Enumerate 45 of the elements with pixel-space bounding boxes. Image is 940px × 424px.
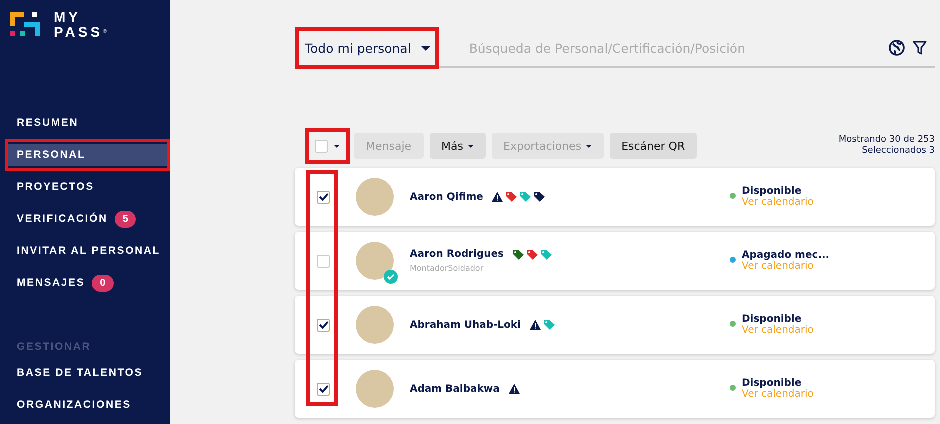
- row-checkbox[interactable]: [317, 254, 330, 268]
- person-name[interactable]: Adam Balbakwa: [410, 384, 500, 394]
- availability-status: Apagado mec...: [742, 250, 830, 261]
- row-checkbox[interactable]: [317, 318, 330, 332]
- select-all-checkbox[interactable]: [315, 140, 328, 152]
- toolbar-button[interactable]: Escáner QR: [610, 133, 698, 159]
- person-name[interactable]: Aaron Qifime: [410, 192, 484, 202]
- logo-text: PASS: [54, 24, 104, 40]
- toolbar-button[interactable]: Más: [430, 133, 486, 159]
- count-badge: 0: [92, 274, 114, 292]
- filter-dropdown[interactable]: Todo mi personal: [295, 30, 440, 66]
- sidebar-item[interactable]: PROYECTOS: [5, 175, 94, 199]
- person-role: MontadorSoldador: [410, 264, 485, 273]
- person-card[interactable]: Aaron Rodrigues MontadorSoldador Apagado mec... Ver calendario: [295, 232, 935, 290]
- search-field[interactable]: Búsqueda de Personal/Certificación/Posición: [467, 40, 881, 56]
- row-checkbox[interactable]: [317, 382, 330, 396]
- sidebar-item[interactable]: ORGANIZACIONES: [5, 393, 132, 417]
- sidebar-item[interactable]: MENSAJES: [5, 271, 86, 295]
- avatar-placeholder: [356, 242, 394, 280]
- person-name[interactable]: Abraham Uhab-Loki: [410, 320, 521, 330]
- sidebar-item[interactable]: VERIFICACIÓN: [5, 207, 108, 231]
- count-badge: 5: [114, 210, 136, 228]
- row-checkbox[interactable]: [317, 190, 330, 204]
- section-title: GESTIONAR: [17, 341, 92, 353]
- caret-icon[interactable]: [334, 144, 340, 148]
- results-count: Mostrando 30 de 253: [838, 135, 935, 146]
- filter-icon[interactable]: [913, 40, 927, 56]
- avatar-placeholder: [356, 306, 394, 344]
- selected-count: Seleccionados 3: [862, 146, 935, 157]
- sidebar-item[interactable]: RESUMEN: [5, 111, 79, 135]
- avatar-placeholder: [356, 370, 394, 408]
- globe-icon[interactable]: [889, 40, 905, 56]
- sidebar-item[interactable]: BASE DE TALENTOS: [5, 361, 144, 385]
- availability-status: Disponible: [742, 378, 802, 389]
- logo-icon: [10, 12, 40, 36]
- person-name[interactable]: Aaron Rodrigues: [410, 249, 504, 260]
- sidebar-item[interactable]: PERSONAL: [8, 144, 167, 166]
- person-card[interactable]: Adam Balbakwa Disponible Ver calendario: [295, 360, 935, 418]
- availability-status: Disponible: [742, 186, 802, 197]
- sidebar-item[interactable]: INVITAR AL PERSONAL: [5, 239, 161, 263]
- person-card[interactable]: Abraham Uhab-Loki Disponible Ver calendario: [295, 296, 935, 354]
- avatar-placeholder: [356, 178, 394, 216]
- person-card[interactable]: Aaron Qifime Disponible Ver calendario: [295, 168, 935, 226]
- logo-text: MY: [54, 10, 82, 25]
- availability-status: Disponible: [742, 314, 802, 325]
